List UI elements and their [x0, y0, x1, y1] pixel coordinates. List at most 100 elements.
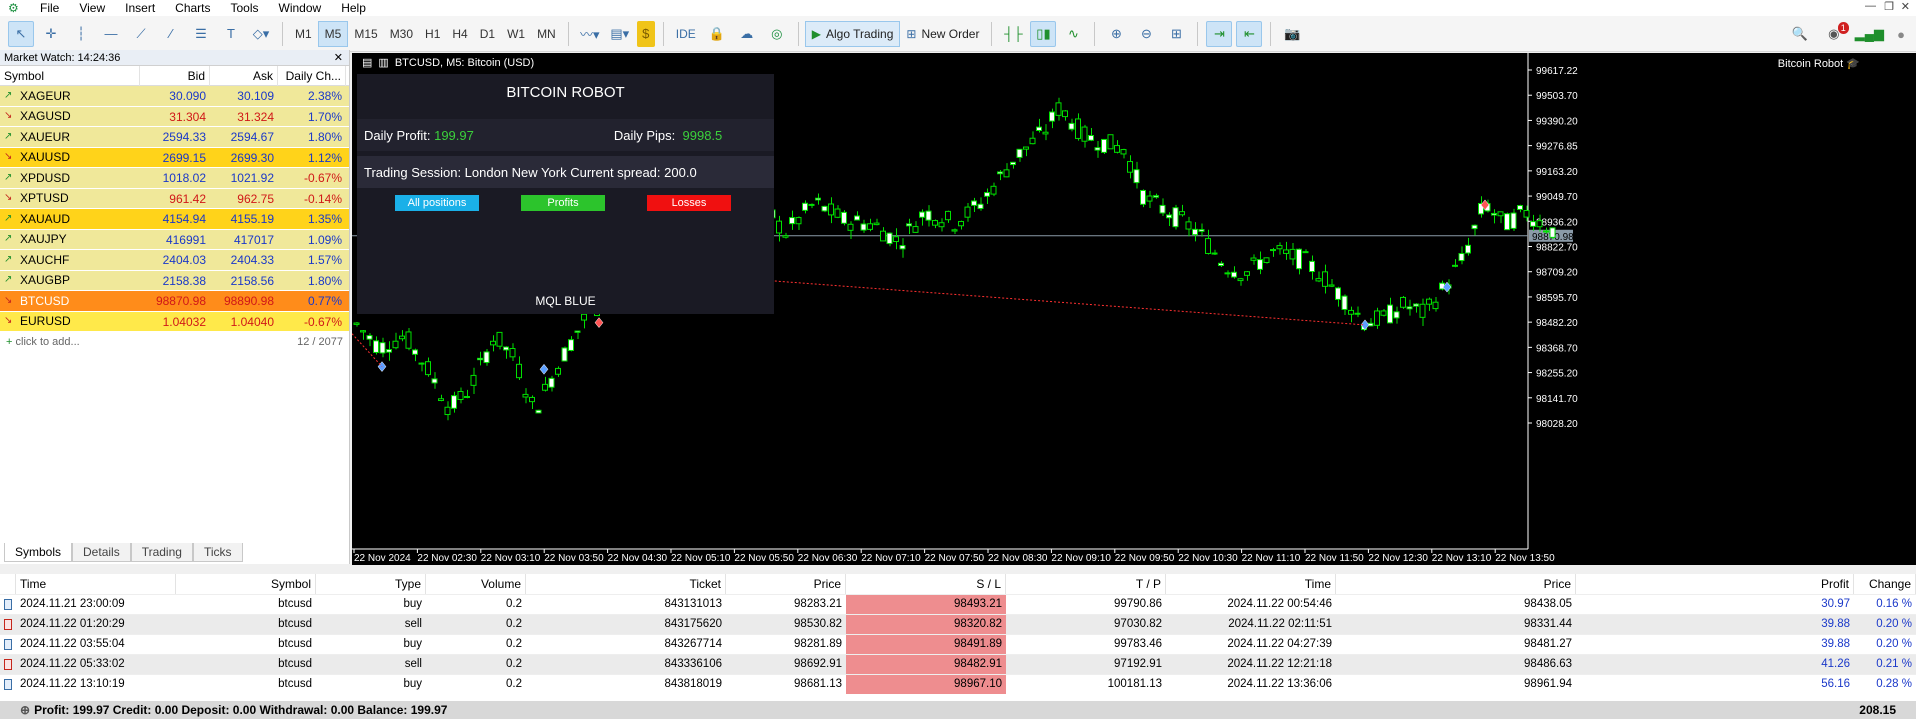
market-watch-row[interactable]: ↗ XAGEUR 30.090 30.109 2.38% [0, 86, 349, 107]
all-positions-button[interactable]: All positions [395, 195, 479, 211]
expert-label[interactable]: Bitcoin Robot 🎓 [1778, 57, 1860, 70]
crosshair-icon[interactable]: ✛ [38, 21, 64, 47]
autoscroll-icon[interactable]: ⇥ [1206, 20, 1233, 47]
tab-details[interactable]: Details [72, 543, 131, 562]
templates-icon[interactable]: ▤▾ [607, 21, 633, 47]
indicators-icon[interactable]: 〰▾ [577, 21, 603, 47]
screenshot-icon[interactable]: 📷 [1279, 21, 1305, 47]
tf-d1[interactable]: D1 [474, 21, 501, 47]
menu-insert[interactable]: Insert [115, 0, 165, 16]
robot-profit-row: Daily Profit: 199.97 Daily Pips: 9998.5 [357, 119, 774, 151]
tf-h4[interactable]: H4 [446, 21, 473, 47]
col-bid[interactable]: Bid [140, 66, 210, 86]
candle-body [886, 232, 893, 245]
horizontal-line-icon[interactable]: — [98, 21, 124, 47]
menu-charts[interactable]: Charts [165, 0, 220, 16]
grid-icon[interactable]: ⊞ [1163, 21, 1189, 47]
market-watch-row[interactable]: ↘ XPTUSD 961.42 962.75 -0.14% [0, 188, 349, 209]
menu-file[interactable]: File [30, 0, 69, 16]
col-daily-change[interactable]: Daily Ch... [278, 66, 346, 86]
market-watch-row[interactable]: ↘ BTCUSD 98870.98 98890.98 0.77% [0, 291, 349, 312]
zoom-out-icon[interactable]: ⊖ [1133, 21, 1159, 47]
minimize-icon[interactable]: — [1865, 0, 1876, 12]
bar-chart-icon[interactable]: ┤├ [1000, 21, 1026, 47]
col-symbol[interactable]: Symbol [176, 574, 316, 594]
market-watch-row[interactable]: ↗ XAUJPY 416991 417017 1.09% [0, 229, 349, 250]
col-price[interactable]: Price [726, 574, 846, 594]
tf-w1[interactable]: W1 [501, 21, 531, 47]
market-watch-row[interactable]: ↘ XAGUSD 31.304 31.324 1.70% [0, 106, 349, 127]
col-sl[interactable]: S / L [846, 574, 1006, 594]
profits-button[interactable]: Profits [521, 195, 605, 211]
market-watch-row[interactable]: ↘ EURUSD 1.04032 1.04040 -0.67% [0, 311, 349, 332]
tf-m5[interactable]: M5 [317, 20, 349, 47]
table-row[interactable]: 2024.11.22 05:33:02 btcusd sell 0.2 84333610… [0, 654, 1916, 674]
menu-help[interactable]: Help [331, 0, 376, 16]
menu-tools[interactable]: Tools [221, 0, 269, 16]
tab-symbols[interactable]: Symbols [4, 543, 73, 562]
candle-body [847, 223, 854, 231]
tab-ticks[interactable]: Ticks [192, 543, 243, 562]
market-watch-row[interactable]: ↗ XAUEUR 2594.33 2594.67 1.80% [0, 127, 349, 148]
col-time[interactable]: Time [16, 574, 176, 594]
table-row[interactable]: 2024.11.22 03:55:04 btcusd buy 0.2 843267714… [0, 634, 1916, 654]
lock-icon[interactable]: 🔒 [704, 21, 730, 47]
add-symbol-label[interactable]: + click to add... [6, 332, 80, 352]
tab-trading[interactable]: Trading [130, 543, 193, 562]
dollar-icon[interactable]: $ [636, 20, 655, 47]
notification-icon[interactable]: ◉ 1 [1817, 21, 1851, 47]
market-watch-row[interactable]: ↗ XAUGBP 2158.38 2158.56 1.80% [0, 270, 349, 291]
text-tool-icon[interactable]: T [218, 21, 244, 47]
signals-icon[interactable]: ◎ [764, 21, 790, 47]
algo-trading-button[interactable]: ▶ Algo Trading [804, 20, 901, 47]
tf-m1[interactable]: M1 [289, 21, 318, 47]
trendline-icon[interactable]: ⟋ [128, 21, 154, 47]
menu-view[interactable]: View [69, 0, 115, 16]
search-icon[interactable]: 🔍 [1787, 21, 1813, 47]
table-row[interactable]: 2024.11.22 13:10:19 btcusd buy 0.2 843818019… [0, 674, 1916, 694]
losses-button[interactable]: Losses [647, 195, 731, 211]
account-icon[interactable]: ● [1888, 21, 1914, 47]
col-profit[interactable]: Profit [1576, 574, 1854, 594]
col-ask[interactable]: Ask [210, 66, 278, 86]
tf-h1[interactable]: H1 [419, 21, 446, 47]
new-order-button[interactable]: ⊞ New Order [900, 21, 985, 47]
change-cell: 1.70% [307, 109, 342, 124]
line-chart-icon[interactable]: ∿ [1060, 21, 1086, 47]
vertical-line-icon[interactable]: ┆ [68, 21, 94, 47]
col-tp[interactable]: T / P [1006, 574, 1166, 594]
close-icon[interactable]: ✕ [1901, 0, 1910, 13]
col-close-time[interactable]: Time [1166, 574, 1336, 594]
market-watch-row[interactable]: ↗ XAUCHF 2404.03 2404.33 1.57% [0, 250, 349, 271]
menu-window[interactable]: Window [269, 0, 332, 16]
candlestick-icon[interactable]: ▯▮ [1030, 20, 1057, 47]
market-watch-row[interactable]: ↗ XPDUSD 1018.02 1021.92 -0.67% [0, 168, 349, 189]
market-watch-row[interactable]: ↗ XAUAUD 4154.94 4155.19 1.35% [0, 209, 349, 230]
col-volume[interactable]: Volume [426, 574, 526, 594]
col-type[interactable]: Type [316, 574, 426, 594]
col-symbol[interactable]: Symbol [0, 66, 140, 86]
col-ticket[interactable]: Ticket [526, 574, 726, 594]
fibonacci-icon[interactable]: ☰ [188, 21, 214, 47]
market-watch-add-row[interactable]: + click to add... 12 / 2077 [0, 332, 349, 352]
signal-strength-icon[interactable]: ▂▄▆ [1855, 21, 1884, 47]
col-change[interactable]: Change [1854, 574, 1916, 594]
table-row[interactable]: 2024.11.21 23:00:09 btcusd buy 0.2 843131013… [0, 594, 1916, 614]
col-close-price[interactable]: Price [1336, 574, 1576, 594]
shapes-icon[interactable]: ◇▾ [248, 21, 274, 47]
cloud-icon[interactable]: ☁ [734, 21, 760, 47]
close-icon[interactable]: ✕ [334, 50, 343, 66]
chart-shift-icon[interactable]: ⇤ [1236, 20, 1263, 47]
time-label: 22 Nov 12:30 [1368, 553, 1428, 564]
chart-menu-icon[interactable]: ▤ [362, 56, 372, 69]
restore-icon[interactable]: ❐ [1884, 0, 1894, 13]
tf-m30[interactable]: M30 [384, 21, 419, 47]
cursor-icon[interactable]: ↖ [8, 20, 34, 47]
market-watch-row[interactable]: ↘ XAUUSD 2699.15 2699.30 1.12% [0, 147, 349, 168]
ide-button[interactable]: IDE [670, 21, 702, 47]
tf-m15[interactable]: M15 [348, 21, 383, 47]
zoom-in-icon[interactable]: ⊕ [1103, 21, 1129, 47]
trendline-alt-icon[interactable]: ⁄ [158, 21, 184, 47]
tf-mn[interactable]: MN [531, 21, 562, 47]
table-row[interactable]: 2024.11.22 01:20:29 btcusd sell 0.2 84317562… [0, 614, 1916, 634]
